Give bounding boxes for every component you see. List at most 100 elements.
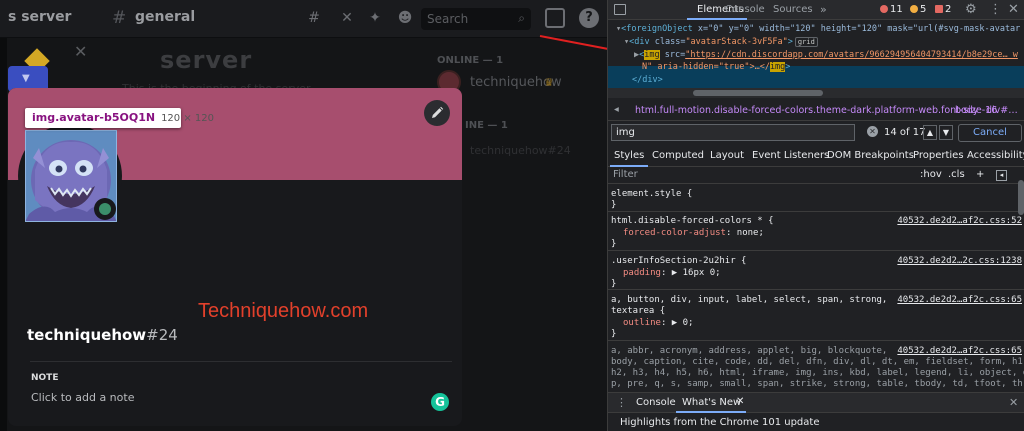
css-value[interactable]: : none; [726, 228, 764, 238]
new-rule-button[interactable]: + [976, 169, 984, 180]
hover-state-toggle[interactable]: :hov [920, 169, 942, 180]
dom-node-img-cont[interactable]: N" aria-hidden="true">…</img> [642, 62, 790, 72]
close-drawer-icon[interactable]: ✕ [1009, 396, 1018, 409]
dom-tag: <foreignObject [621, 24, 693, 34]
dom-tag: <div [629, 37, 650, 47]
css-property[interactable]: forced-color-adjust [623, 228, 726, 238]
style-rule-reset: a, abbr, acronym, address, applet, big, … [608, 342, 1024, 392]
css-property[interactable]: outline [623, 318, 661, 328]
breadcrumb-html[interactable]: html.full-motion.disable-forced-colors.t… [635, 105, 997, 116]
dom-node-foreignobject[interactable]: ▾<foreignObject x="0" y="0" width="120" … [616, 24, 1020, 34]
warnings-badge[interactable]: 5 [910, 4, 926, 15]
rule-selector-cont[interactable]: h2, h3, h4, h5, h6, html, iframe, img, i… [611, 368, 1024, 378]
style-rule-outline: a, button, div, input, label, select, sp… [608, 291, 1024, 341]
style-rule-element: element.style { } [608, 185, 1024, 212]
dom-node-div-close[interactable]: </div> [632, 75, 663, 85]
dom-search-bar: img ✕ 14 of 17 ▲ ▼ Cancel [608, 122, 1024, 144]
rule-selector[interactable]: .userInfoSection-2u2hir { [611, 256, 746, 266]
css-property[interactable]: padding [623, 268, 661, 278]
kebab-menu-icon[interactable]: ⋮ [989, 2, 1002, 17]
css-value[interactable]: : ▶ 16px 0; [661, 268, 721, 278]
screenshot-root: s server # general # ✕ ✦ ☻ Search ⌕ ? ▼ … [0, 0, 1024, 431]
rule-close: } [611, 200, 617, 210]
tab-event-listeners[interactable]: Event Listeners [752, 150, 829, 161]
breadcrumb-body[interactable]: body [955, 105, 979, 116]
style-rule-forced-colors: html.disable-forced-colors * { 40532.de2… [608, 213, 1024, 251]
gear-icon[interactable]: ⚙ [965, 2, 977, 17]
dom-tree: ▾<foreignObject x="0" y="0" width="120" … [608, 20, 1024, 92]
devtools-drawer: ⋮ Console What's New ✕ ✕ Highlights from… [608, 392, 1024, 431]
tab-dom-breakpoints[interactable]: DOM Breakpoints [827, 150, 914, 161]
dom-img-highlight: img [644, 50, 660, 60]
drawer-tab-whats-new[interactable]: What's New [682, 397, 741, 408]
breadcrumb: ◂ html.full-motion.disable-forced-colors… [608, 101, 1024, 121]
rule-close: } [611, 239, 617, 249]
class-toggle[interactable]: .cls [948, 169, 965, 180]
device-toolbar-icon[interactable] [614, 4, 626, 15]
styles-filter-bar: Filter :hov .cls + ◂ [608, 167, 1024, 184]
styles-filter-input[interactable]: Filter [613, 169, 638, 180]
whats-new-headline: Highlights from the Chrome 101 update [620, 417, 820, 428]
more-tabs-icon[interactable]: » [820, 3, 827, 16]
rule-close: } [611, 329, 617, 339]
style-rule-userinfo: .userInfoSection-2u2hir { 40532.de2d2…2c… [608, 252, 1024, 290]
dom-img-highlight-2: img [769, 62, 786, 72]
drawer-tab-bar: ⋮ Console What's New ✕ ✕ [608, 393, 1024, 413]
tab-styles[interactable]: Styles [614, 150, 644, 161]
devtools-panel: Elements Console Sources » 11 5 2 ⚙ ⋮ ✕ … [607, 0, 1024, 431]
rule-selector[interactable]: html.disable-forced-colors * { [611, 216, 774, 226]
styles-subtabs: Styles Computed Layout Event Listeners D… [608, 145, 1024, 167]
dom-tag: </div> [632, 75, 663, 85]
drawer-menu-icon[interactable]: ⋮ [616, 396, 627, 409]
rule-source-link[interactable]: 40532.de2d2…2c.css:1238 [897, 256, 1022, 266]
rule-selector-cont[interactable]: p, pre, q, s, samp, small, span, strike,… [611, 379, 1024, 389]
scrollbar-thumb[interactable] [693, 90, 823, 96]
tab-sources[interactable]: Sources [773, 4, 813, 15]
dom-close: > [787, 37, 793, 47]
dom-close: > [785, 62, 791, 72]
close-devtools-icon[interactable]: ✕ [1008, 2, 1019, 17]
drawer-tab-console[interactable]: Console [636, 397, 676, 408]
dom-node-div[interactable]: ▾<div class="avatarStack-3vF5Fa"> grid [624, 37, 818, 47]
tab-accessibility[interactable]: Accessibility [967, 150, 1024, 161]
errors-count: 11 [890, 4, 903, 15]
vertical-scrollbar[interactable] [1018, 180, 1024, 215]
dom-attrs: x="0" y="0" width="120" height="120" mas… [692, 24, 1021, 34]
rule-source-link[interactable]: 40532.de2d2…af2c.css:65 [897, 346, 1022, 356]
dom-node-img[interactable]: ▶<img src="https://cdn.discordapp.com/av… [634, 50, 1018, 60]
rule-source-link[interactable]: 40532.de2d2…af2c.css:65 [897, 295, 1022, 305]
active-drawer-tab-indicator [676, 411, 746, 413]
devtools-tab-bar: Elements Console Sources » 11 5 2 ⚙ ⋮ ✕ [608, 0, 1024, 20]
rule-close: } [611, 279, 617, 289]
rule-selector[interactable]: a, button, div, input, label, select, sp… [611, 295, 887, 305]
grid-badge[interactable]: grid [794, 37, 818, 47]
search-match-count: 14 of 17 [884, 127, 926, 138]
prev-match-button[interactable]: ▲ [923, 125, 937, 140]
css-value[interactable]: : ▶ 0; [661, 318, 694, 328]
toggle-sidebar-icon[interactable]: ◂ [996, 170, 1007, 181]
dom-val: "avatarStack-3vF5Fa" [685, 37, 788, 47]
styles-pane: element.style { } html.disable-forced-co… [608, 185, 1024, 392]
clear-search-icon[interactable]: ✕ [867, 126, 878, 137]
rule-source-link[interactable]: 40532.de2d2…af2c.css:52 [897, 216, 1022, 226]
dom-url[interactable]: "https://cdn.discordapp.com/avatars/9662… [685, 50, 1018, 60]
tab-layout[interactable]: Layout [710, 150, 744, 161]
tab-computed[interactable]: Computed [652, 150, 704, 161]
issues-badge[interactable]: 2 [935, 4, 951, 15]
breadcrumb-div[interactable]: div#… [986, 105, 1018, 116]
cancel-search-button[interactable]: Cancel [958, 124, 1022, 142]
rule-selector-cont[interactable]: textarea { [611, 306, 665, 316]
dom-attr: src= [659, 50, 686, 60]
rule-selector[interactable]: a, abbr, acronym, address, applet, big, … [611, 346, 887, 356]
rule-selector-cont[interactable]: body, caption, cite, code, dd, del, dfn,… [611, 357, 1024, 367]
chevron-left-icon[interactable]: ◂ [614, 104, 619, 115]
rule-selector[interactable]: element.style { [611, 189, 692, 199]
errors-badge[interactable]: 11 [880, 4, 903, 15]
next-match-button[interactable]: ▼ [939, 125, 953, 140]
close-tab-icon[interactable]: ✕ [736, 396, 744, 407]
tab-properties[interactable]: Properties [913, 150, 964, 161]
tab-console[interactable]: Console [725, 4, 765, 15]
dom-search-input[interactable]: img [611, 124, 855, 141]
warning-icon [910, 5, 918, 13]
dom-text: N" aria-hidden="true">…</ [642, 62, 770, 72]
